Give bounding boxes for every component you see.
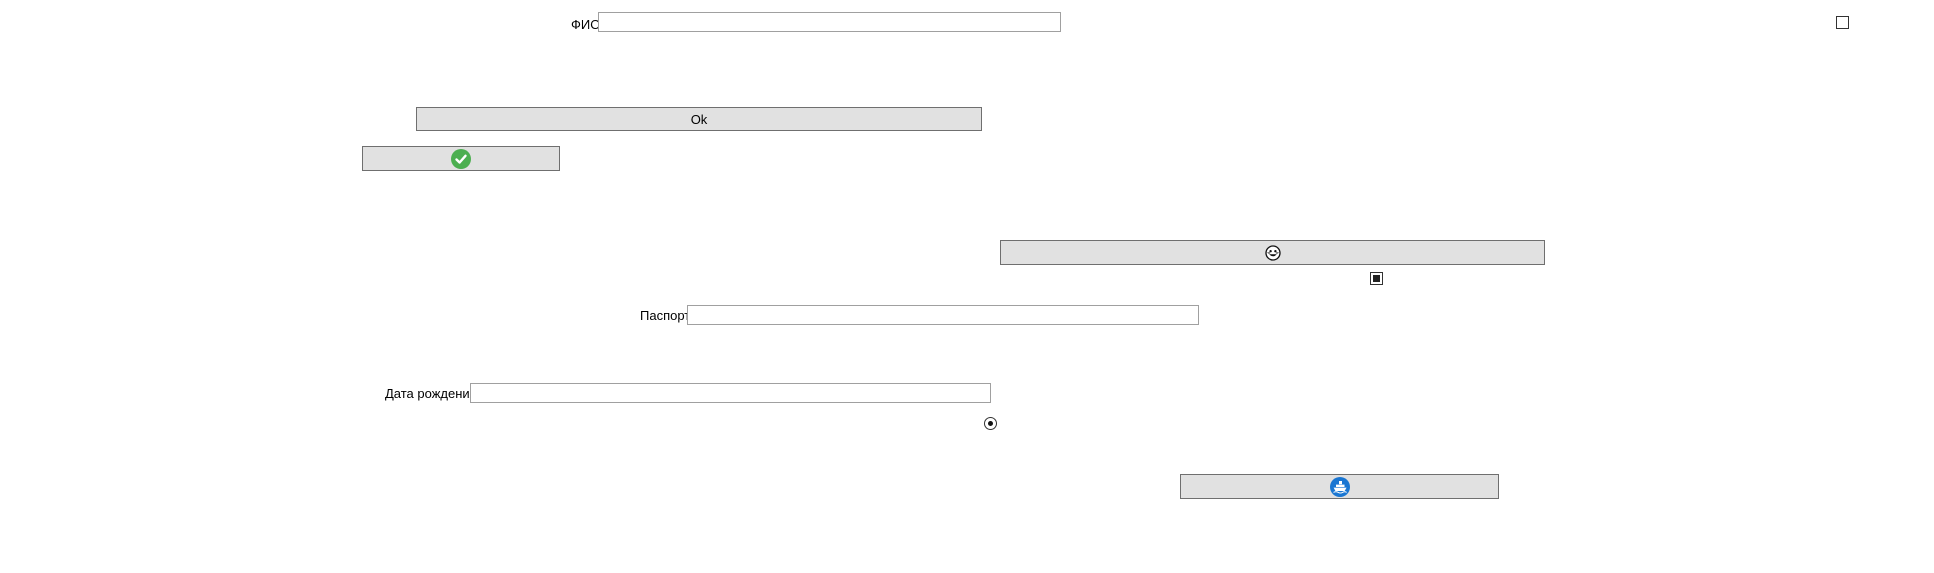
top-checkbox[interactable] bbox=[1836, 16, 1849, 29]
radio-button[interactable] bbox=[984, 417, 997, 430]
ok-button-label: Ok bbox=[690, 111, 708, 127]
emoji-button[interactable] bbox=[1000, 240, 1545, 265]
ship-icon bbox=[1329, 476, 1350, 497]
fio-label: ФИО bbox=[571, 17, 601, 32]
passport-input[interactable] bbox=[687, 305, 1199, 325]
ship-button[interactable] bbox=[1180, 474, 1499, 499]
birth-date-input[interactable] bbox=[470, 383, 991, 403]
mid-checkbox[interactable] bbox=[1370, 272, 1383, 285]
emoji-face-icon bbox=[1264, 244, 1281, 261]
passport-label: Паспорт bbox=[640, 308, 691, 323]
birth-date-label: Дата рождения bbox=[385, 386, 477, 401]
ok-button[interactable]: Ok bbox=[416, 107, 982, 131]
check-circle-icon bbox=[451, 148, 471, 169]
confirm-button[interactable] bbox=[362, 146, 560, 171]
fio-input[interactable] bbox=[598, 12, 1061, 32]
